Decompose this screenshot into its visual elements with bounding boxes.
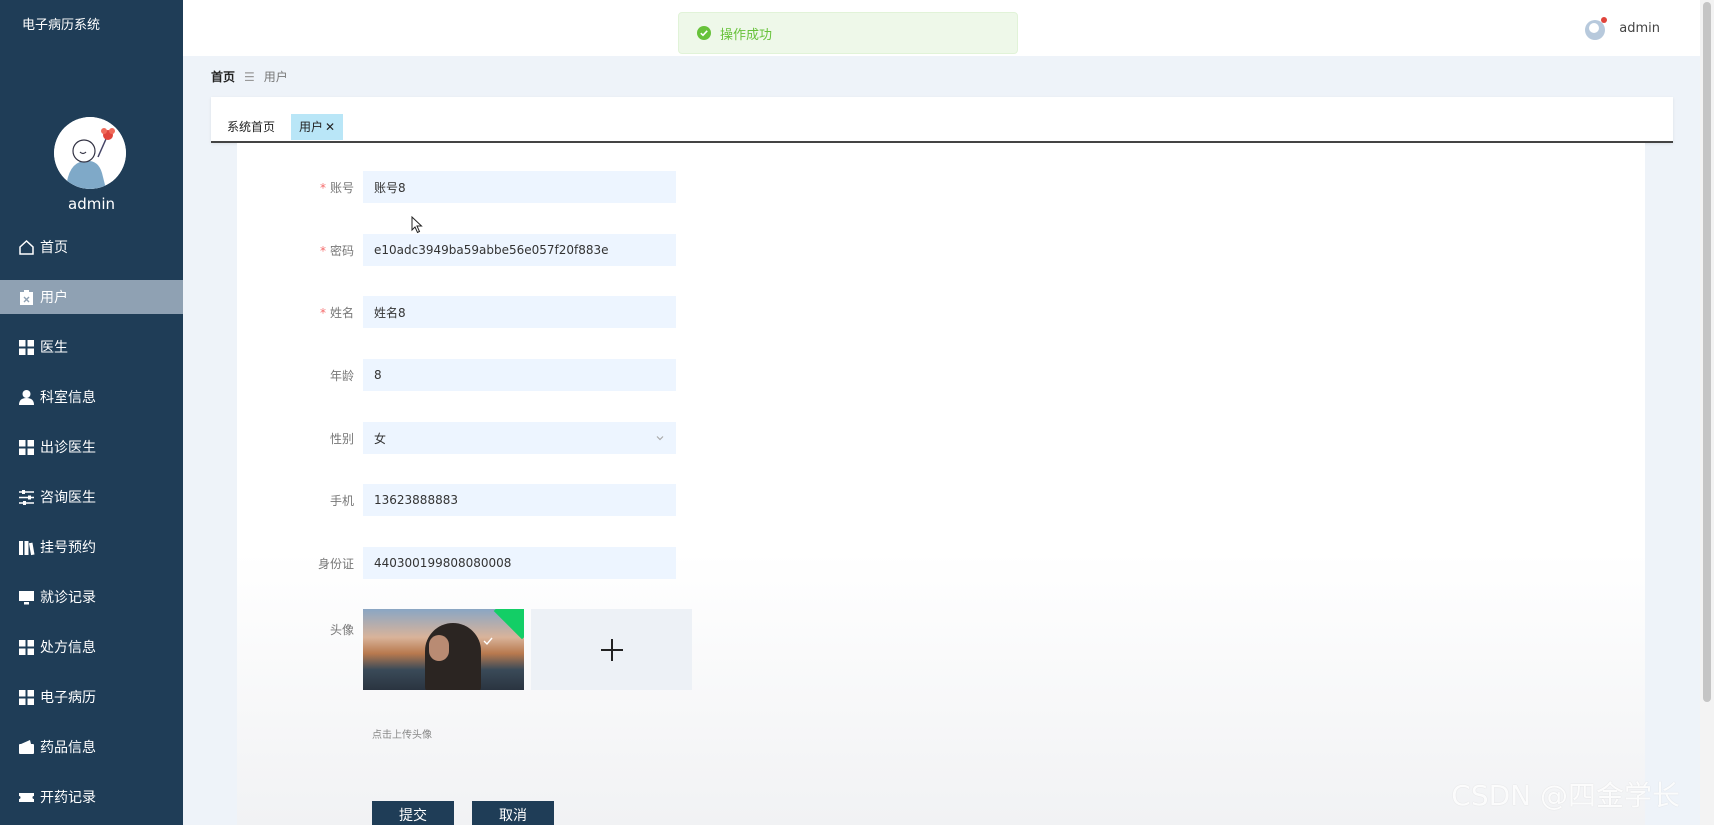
sidebar-item-label: 出诊医生 (40, 440, 96, 456)
grid-icon (18, 689, 35, 706)
sidebar-item-users[interactable]: 用户 (0, 280, 183, 314)
phone-row: 手机 (237, 484, 676, 516)
age-label: 年龄 (329, 368, 354, 383)
user-avatar-icon (1585, 17, 1608, 40)
monitor-icon (18, 589, 35, 606)
sidebar-item-label: 挂号预约 (40, 540, 96, 556)
gender-selected-value: 女 (374, 431, 387, 446)
sidebar-item-appointments[interactable]: 挂号预约 (0, 530, 183, 564)
books-icon (18, 539, 35, 556)
avatar-upload-row: 头像 (237, 609, 692, 690)
plus-icon (600, 638, 623, 661)
sidebar-item-consult-doctors[interactable]: 咨询医生 (0, 480, 183, 514)
grid-icon (18, 339, 35, 356)
account-input[interactable] (363, 171, 676, 203)
close-icon[interactable]: ✕ (325, 120, 335, 134)
account-row: * 账号 (237, 171, 676, 203)
avatar-illustration (54, 117, 126, 189)
age-row: 年龄 (237, 359, 676, 391)
breadcrumb-home[interactable]: 首页 (211, 68, 235, 85)
submit-button[interactable]: 提交 (372, 801, 454, 825)
gender-label: 性别 (329, 431, 354, 446)
avatar (54, 117, 126, 189)
header-user-menu[interactable]: admin (1583, 15, 1660, 41)
photo-face (429, 635, 449, 661)
sidebar-item-departments[interactable]: 科室信息 (0, 380, 183, 414)
check-icon (483, 637, 493, 646)
tab-users[interactable]: 用户 ✕ (291, 114, 344, 140)
breadcrumb-current: 用户 (263, 70, 288, 84)
sidebar-item-visiting-doctors[interactable]: 出诊医生 (0, 430, 183, 464)
name-label: * 姓名 (319, 305, 354, 320)
watermark: CSDN @四金学长 (1451, 779, 1680, 812)
sidebar-username: admin (68, 195, 115, 213)
gender-row: 性别 女 (237, 422, 676, 454)
idcard-label: 身份证 (317, 556, 354, 571)
name-row: * 姓名 (237, 296, 676, 328)
breadcrumb-separator-icon: ☰ (244, 69, 255, 84)
sidebar-item-label: 就诊记录 (40, 590, 96, 606)
tags-bar: 系统首页 用户 ✕ (211, 97, 1673, 143)
sidebar-item-label: 首页 (40, 240, 68, 256)
sidebar-item-home[interactable]: 首页 (0, 230, 183, 264)
upload-success-corner (493, 609, 524, 640)
clipboard-icon (18, 289, 35, 306)
tab-system-home[interactable]: 系统首页 (219, 114, 283, 140)
sidebar-item-label: 电子病历 (40, 690, 96, 706)
password-row: * 密码 (237, 234, 676, 266)
ticket-icon (18, 789, 35, 806)
tab-label: 系统首页 (227, 120, 276, 134)
sidebar-item-medical-records[interactable]: 电子病历 (0, 680, 183, 714)
sidebar-item-dispense-records[interactable]: 开药记录 (0, 780, 183, 814)
success-toast: 操作成功 (678, 12, 1018, 54)
avatar-label: 头像 (329, 623, 354, 637)
tab-label: 用户 (299, 120, 324, 134)
upload-tip: 点击上传头像 (372, 730, 432, 741)
idcard-input[interactable] (363, 547, 676, 579)
grid-icon (18, 439, 35, 456)
idcard-row: 身份证 (237, 547, 676, 579)
person-icon (18, 389, 35, 406)
account-label: * 账号 (319, 180, 354, 195)
success-check-icon (697, 26, 711, 40)
sidebar-item-label: 开药记录 (40, 790, 96, 806)
sidebar-item-label: 用户 (40, 290, 68, 306)
sidebar-menu: 首页 用户 医生 科室信息 出诊医生 咨询医生 挂号预约 就诊记录 处方信息 电… (0, 230, 183, 825)
mouse-cursor-icon (411, 216, 423, 234)
sidebar-item-label: 药品信息 (40, 740, 96, 756)
phone-label: 手机 (329, 493, 354, 508)
sliders-icon (18, 489, 35, 506)
chevron-down-icon (656, 436, 664, 441)
uploaded-avatar-thumbnail[interactable] (363, 609, 524, 690)
password-label: * 密码 (319, 243, 354, 258)
grid-icon (18, 639, 35, 656)
wallet-icon (18, 739, 35, 756)
sidebar-item-prescriptions[interactable]: 处方信息 (0, 630, 183, 664)
toast-message: 操作成功 (720, 27, 773, 43)
sidebar-item-label: 处方信息 (40, 640, 96, 656)
name-input[interactable] (363, 296, 676, 328)
cancel-button[interactable]: 取消 (472, 801, 554, 825)
sidebar-item-drugs[interactable]: 药品信息 (0, 730, 183, 764)
sidebar-item-visit-records[interactable]: 就诊记录 (0, 580, 183, 614)
header-username: admin (1619, 20, 1660, 36)
app-title: 电子病历系统 (22, 18, 101, 33)
sidebar: 电子病历系统 admin 首页 用户 医生 科室信息 出诊医生 咨询医生 挂号预… (0, 0, 183, 825)
gender-select[interactable]: 女 (363, 422, 676, 454)
sidebar-item-label: 科室信息 (40, 390, 96, 406)
breadcrumb: 首页 ☰ 用户 (211, 68, 288, 85)
page-scrollbar[interactable] (1700, 0, 1714, 825)
age-input[interactable] (363, 359, 676, 391)
upload-button[interactable] (531, 609, 692, 690)
scrollbar-thumb[interactable] (1703, 2, 1711, 702)
sidebar-item-doctors[interactable]: 医生 (0, 330, 183, 364)
sidebar-item-label: 咨询医生 (40, 490, 96, 506)
phone-input[interactable] (363, 484, 676, 516)
sidebar-item-label: 医生 (40, 340, 68, 356)
password-input[interactable] (363, 234, 676, 266)
home-icon (18, 239, 35, 256)
